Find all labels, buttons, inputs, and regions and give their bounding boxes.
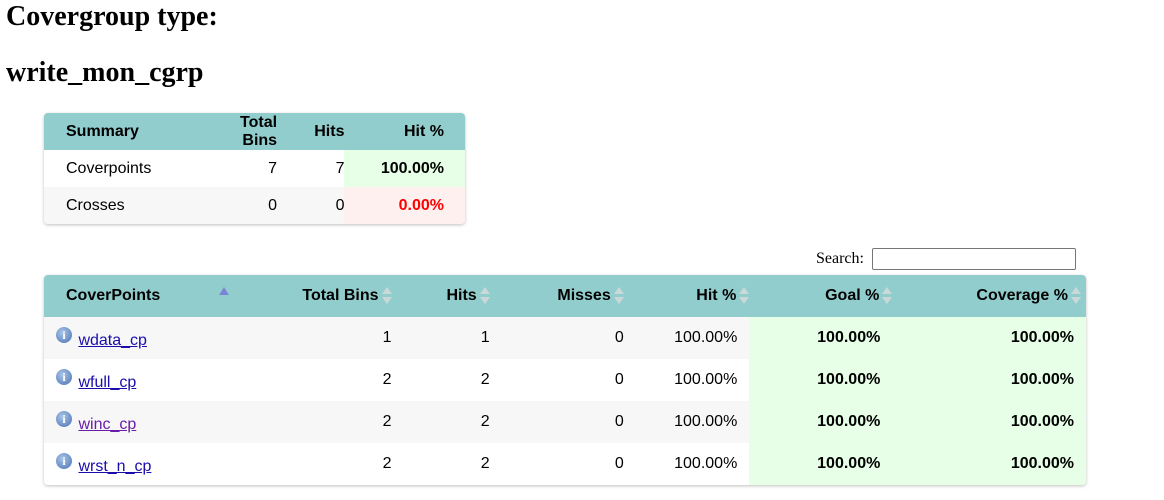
hits-cell: 1 xyxy=(391,317,490,359)
summary-header-row: Summary Total Bins Hits Hit % xyxy=(44,113,465,150)
column-header-total-bins[interactable]: Total Bins xyxy=(273,275,392,317)
total-bins-cell: 2 xyxy=(273,359,392,401)
hit-pct-cell: 100.00% xyxy=(623,317,750,359)
summary-table: Summary Total Bins Hits Hit % Coverpoint… xyxy=(44,113,465,224)
info-icon[interactable]: i xyxy=(56,452,72,469)
search-bar: Search: xyxy=(816,247,1076,271)
sort-icon xyxy=(882,286,893,305)
misses-cell: 0 xyxy=(489,401,624,443)
hits-cell: 2 xyxy=(391,359,490,401)
search-input[interactable] xyxy=(871,248,1076,270)
sort-icon xyxy=(613,286,624,305)
sort-icon xyxy=(739,286,750,305)
coverage-pct-cell: 100.00% xyxy=(892,317,1086,359)
coverage-pct-cell: 100.00% xyxy=(892,359,1086,401)
search-label: Search: xyxy=(816,250,864,267)
column-header-label: Hits xyxy=(446,286,477,304)
coverpoint-name-cell: i wrst_n_cp xyxy=(44,443,274,485)
goal-pct-cell: 100.00% xyxy=(749,359,893,401)
sort-icon xyxy=(479,286,490,305)
coverpoint-name-cell: i wdata_cp xyxy=(44,317,274,359)
table-row: i wrst_n_cp 2 2 0 100.00% 100.00% 100.00… xyxy=(44,443,1086,485)
covergroup-type-label: Covergroup type: xyxy=(6,1,218,32)
summary-row-hit-pct: 0.00% xyxy=(344,187,465,224)
column-header-goal-pct[interactable]: Goal % xyxy=(749,275,893,317)
coverpoint-name-cell: i winc_cp xyxy=(44,401,274,443)
summary-row-hits: 0 xyxy=(277,187,345,224)
covergroup-type-name: write_mon_cgrp xyxy=(6,57,204,88)
column-header-label: Total Bins xyxy=(302,286,379,304)
info-icon[interactable]: i xyxy=(56,326,72,343)
hits-cell: 2 xyxy=(391,443,490,485)
info-icon[interactable]: i xyxy=(56,410,72,427)
total-bins-cell: 2 xyxy=(273,443,392,485)
column-header-label: Goal % xyxy=(825,286,880,304)
table-row: i wfull_cp 2 2 0 100.00% 100.00% 100.00% xyxy=(44,359,1086,401)
column-header-misses[interactable]: Misses xyxy=(489,275,624,317)
hit-pct-cell: 100.00% xyxy=(623,359,750,401)
misses-cell: 0 xyxy=(489,317,624,359)
sort-icon xyxy=(381,286,392,305)
coverpoints-header-row: CoverPoints Total Bins Hits Misses Hit %… xyxy=(44,275,1086,317)
goal-pct-cell: 100.00% xyxy=(749,443,893,485)
total-bins-cell: 1 xyxy=(273,317,392,359)
coverpoint-name-cell: i wfull_cp xyxy=(44,359,274,401)
summary-row-hits: 7 xyxy=(277,150,345,187)
coverage-pct-cell: 100.00% xyxy=(892,443,1086,485)
sort-ascending-icon xyxy=(219,287,229,295)
hit-pct-cell: 100.00% xyxy=(623,443,750,485)
coverage-pct-cell: 100.00% xyxy=(892,401,1086,443)
column-header-label: Hit % xyxy=(696,286,737,304)
column-header-label: CoverPoints xyxy=(66,286,161,304)
summary-row-total-bins: 0 xyxy=(204,187,278,224)
summary-header-hits: Hits xyxy=(277,113,345,150)
goal-pct-cell: 100.00% xyxy=(749,401,893,443)
page: Covergroup type: write_mon_cgrp Summary … xyxy=(0,0,1164,500)
summary-header-hit-pct: Hit % xyxy=(344,113,465,150)
summary-row-crosses: Crosses 0 0 0.00% xyxy=(44,187,465,224)
column-header-hits[interactable]: Hits xyxy=(391,275,490,317)
goal-pct-cell: 100.00% xyxy=(749,317,893,359)
summary-row-name: Crosses xyxy=(44,187,205,224)
hits-cell: 2 xyxy=(391,401,490,443)
info-icon[interactable]: i xyxy=(56,368,72,385)
sort-icon xyxy=(1071,286,1081,305)
coverpoint-link[interactable]: wrst_n_cp xyxy=(78,458,151,475)
coverpoint-link[interactable]: winc_cp xyxy=(78,416,136,433)
coverpoint-link[interactable]: wdata_cp xyxy=(78,332,147,349)
table-row: i winc_cp 2 2 0 100.00% 100.00% 100.00% xyxy=(44,401,1086,443)
column-header-hit-pct[interactable]: Hit % xyxy=(623,275,750,317)
summary-row-hit-pct: 100.00% xyxy=(344,150,465,187)
summary-row-total-bins: 7 xyxy=(204,150,278,187)
summary-row-coverpoints: Coverpoints 7 7 100.00% xyxy=(44,150,465,187)
misses-cell: 0 xyxy=(489,359,624,401)
column-header-coverage-pct[interactable]: Coverage % xyxy=(892,275,1086,317)
coverpoints-table: CoverPoints Total Bins Hits Misses Hit %… xyxy=(44,275,1086,485)
column-header-label: Misses xyxy=(557,286,611,304)
coverpoint-link[interactable]: wfull_cp xyxy=(78,374,136,391)
column-header-coverpoints[interactable]: CoverPoints xyxy=(44,275,274,317)
hit-pct-cell: 100.00% xyxy=(623,401,750,443)
column-header-label: Coverage % xyxy=(976,286,1068,304)
summary-header-summary: Summary xyxy=(44,113,205,150)
total-bins-cell: 2 xyxy=(273,401,392,443)
summary-row-name: Coverpoints xyxy=(44,150,205,187)
misses-cell: 0 xyxy=(489,443,624,485)
summary-header-total-bins: Total Bins xyxy=(204,113,278,150)
table-row: i wdata_cp 1 1 0 100.00% 100.00% 100.00% xyxy=(44,317,1086,359)
